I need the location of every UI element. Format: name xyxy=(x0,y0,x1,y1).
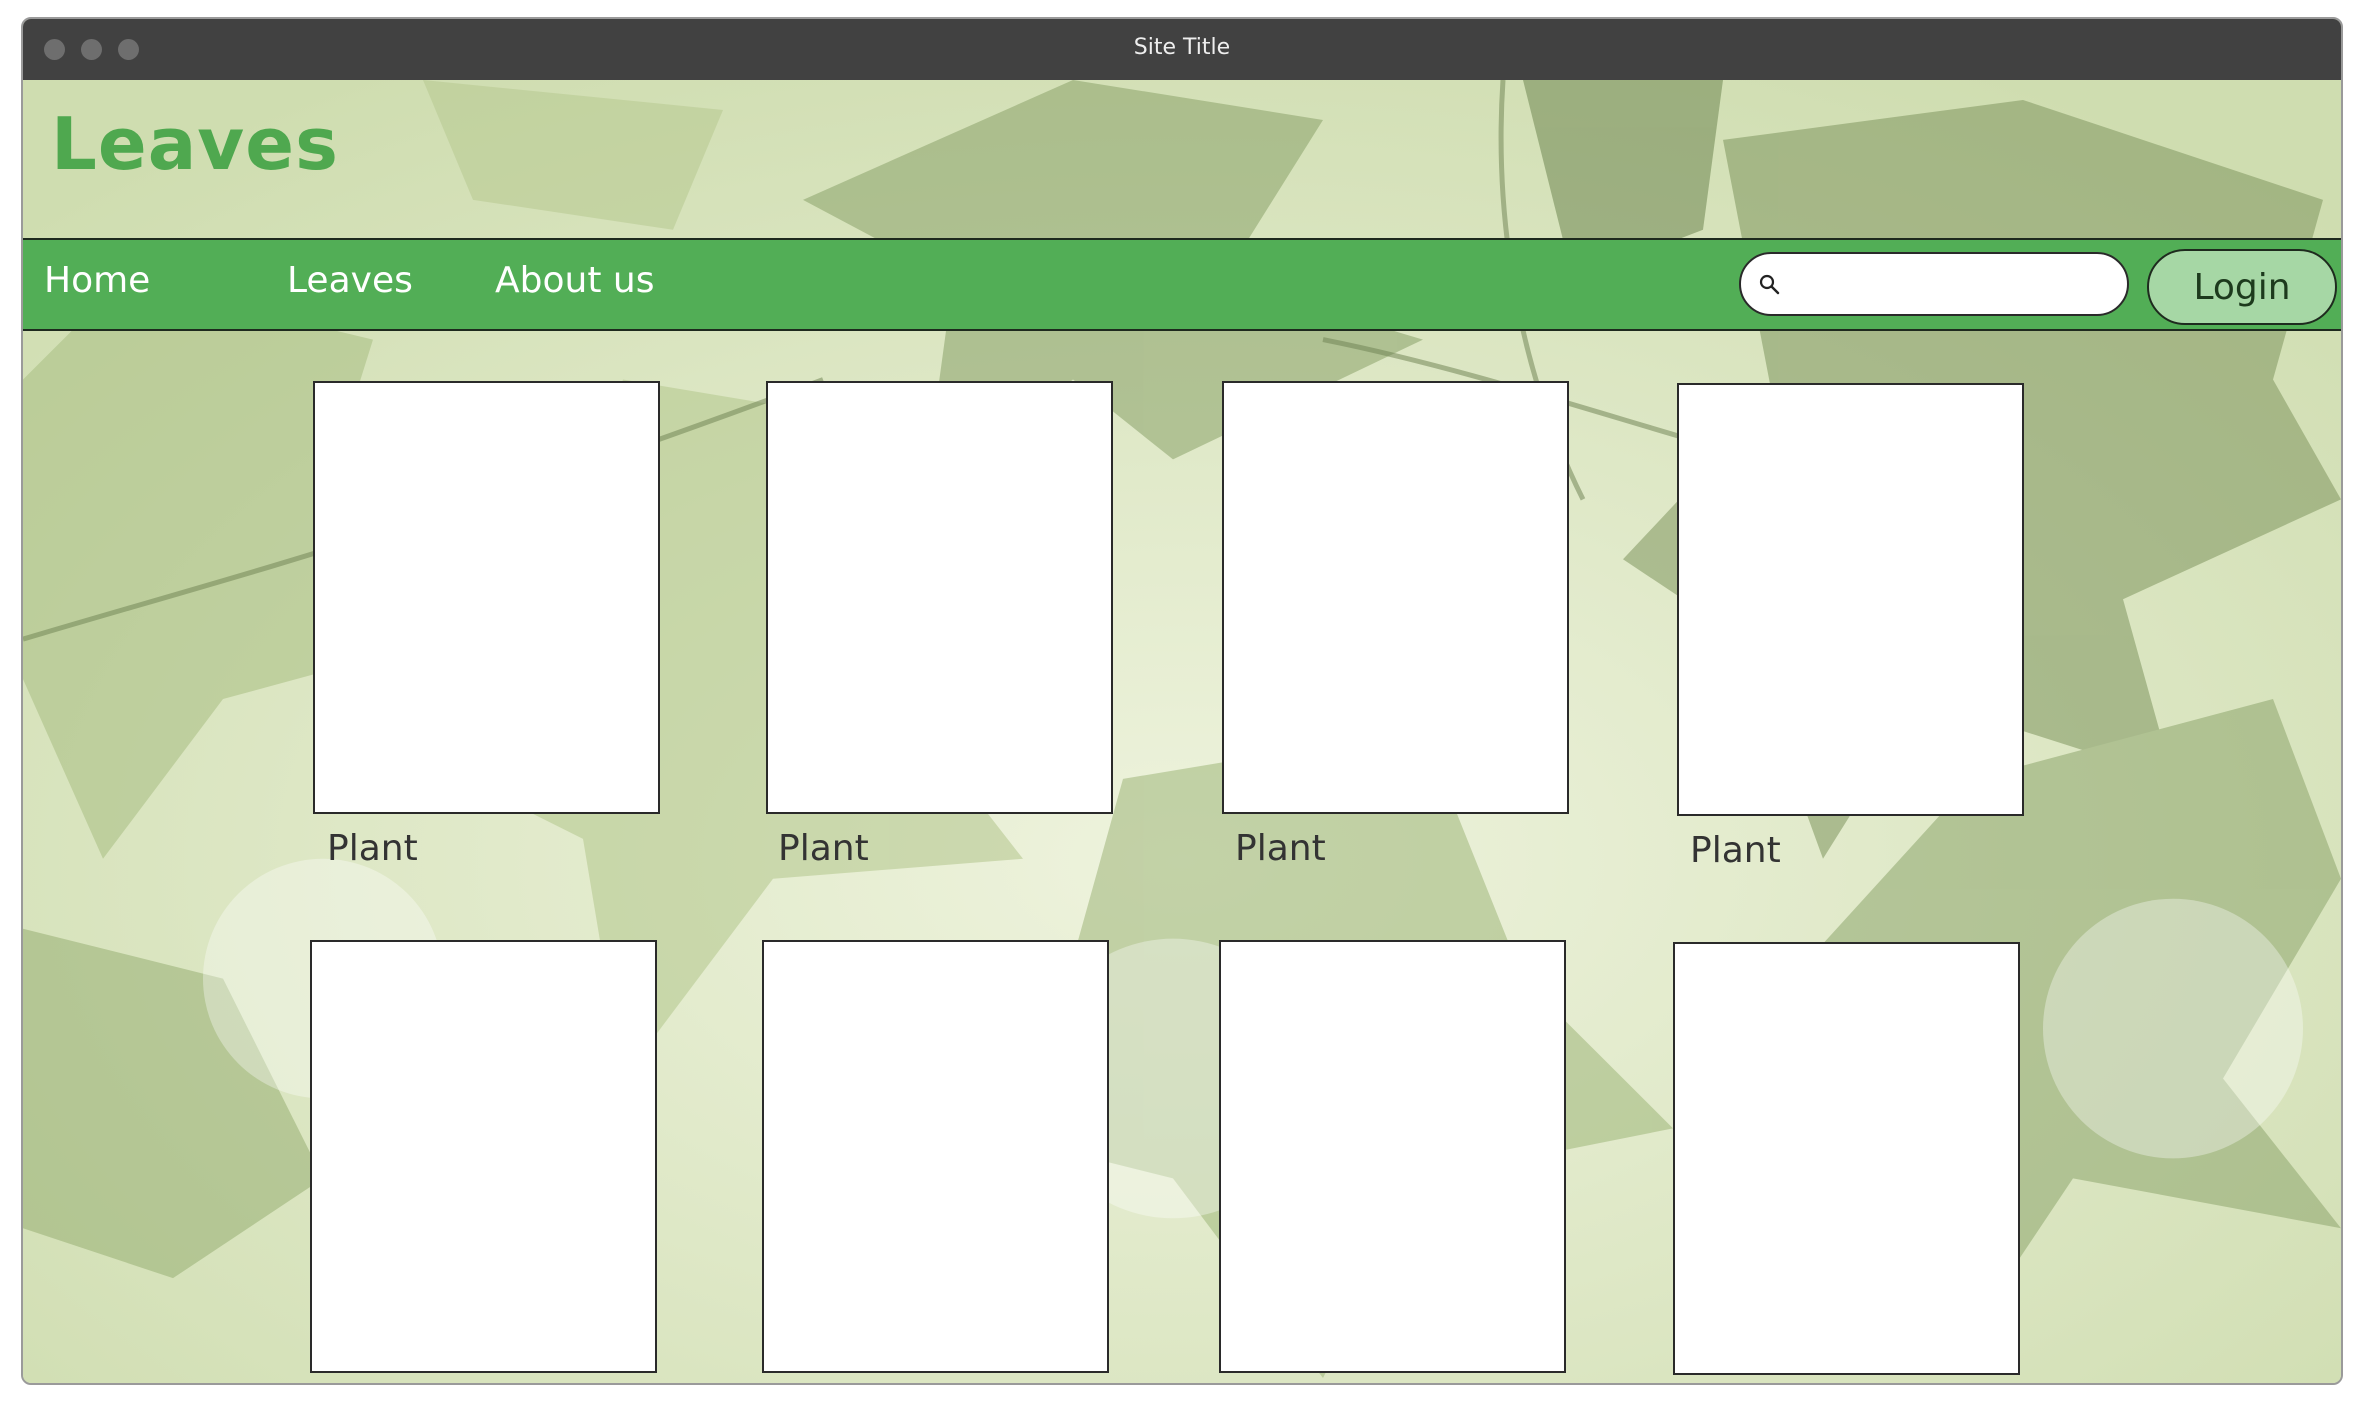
window-title: Site Title xyxy=(1133,35,1231,60)
site-logo[interactable]: Leaves xyxy=(51,102,339,186)
plant-card-image[interactable] xyxy=(1677,383,2024,816)
plant-card-image[interactable] xyxy=(313,381,660,814)
page-content: Leaves Home Leaves About us Login Plant … xyxy=(23,80,2341,1383)
nav-leaves[interactable]: Leaves xyxy=(287,260,413,301)
search-icon xyxy=(1759,274,1780,295)
nav-home[interactable]: Home xyxy=(44,260,150,301)
window-titlebar: Site Title xyxy=(23,19,2341,80)
plant-card-image[interactable] xyxy=(766,381,1113,814)
plant-card-image[interactable] xyxy=(1222,381,1569,814)
search-box[interactable] xyxy=(1739,252,2129,316)
plant-card-label[interactable]: Plant xyxy=(1690,830,1781,871)
plant-card-label[interactable]: Plant xyxy=(778,828,869,869)
plant-card-label[interactable]: Plant xyxy=(1235,828,1326,869)
plant-card-image[interactable] xyxy=(310,940,657,1373)
search-input[interactable] xyxy=(1791,262,2115,308)
main-navbar: Home Leaves About us Login xyxy=(23,238,2341,331)
plant-card-image[interactable] xyxy=(762,940,1109,1373)
plant-card-image[interactable] xyxy=(1219,940,1566,1373)
plant-card-image[interactable] xyxy=(1673,942,2020,1375)
nav-about-us[interactable]: About us xyxy=(495,260,654,301)
browser-window: Site Title Leaves Home Leaves About us L… xyxy=(21,17,2343,1385)
plant-card-label[interactable]: Plant xyxy=(327,828,418,869)
login-button[interactable]: Login xyxy=(2147,249,2337,325)
